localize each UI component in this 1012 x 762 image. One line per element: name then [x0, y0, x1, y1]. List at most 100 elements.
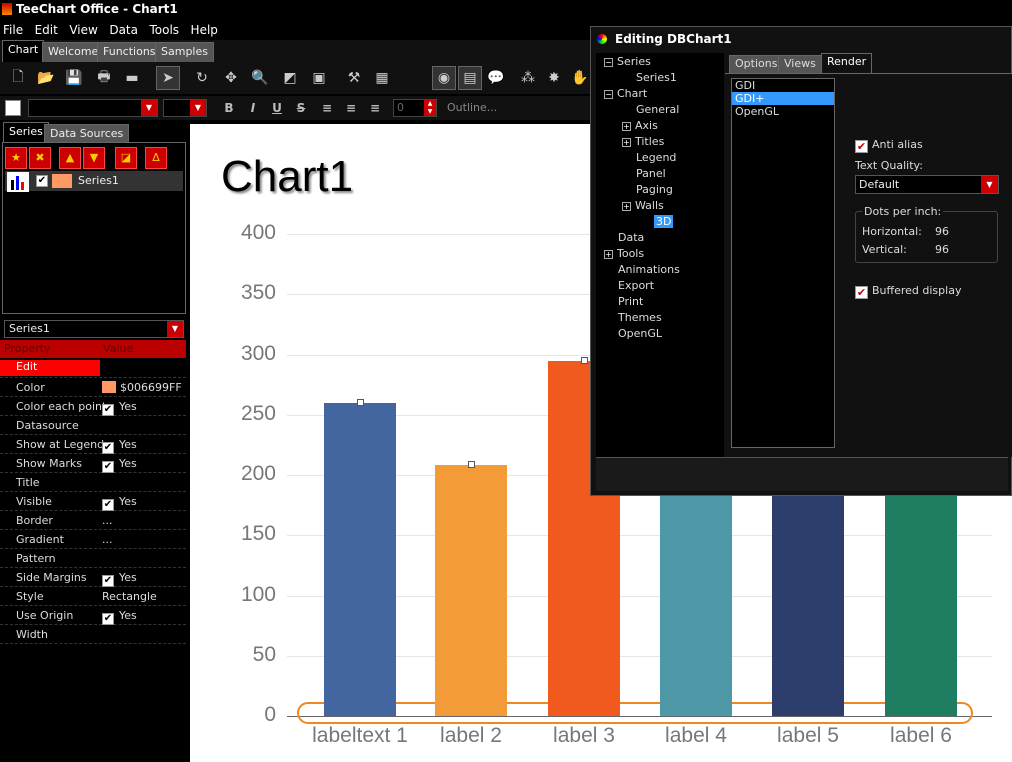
property-checkbox[interactable]: ✔ — [102, 404, 114, 416]
open-icon[interactable]: 📂 — [34, 66, 58, 90]
hand-icon[interactable]: ✋ — [568, 66, 592, 90]
table-row[interactable]: Show Marks ✔ Yes — [0, 454, 186, 473]
chart-title[interactable]: Chart1 — [221, 152, 353, 202]
menu-help[interactable]: Help — [191, 20, 218, 40]
table-row[interactable]: Side Margins ✔ Yes — [0, 568, 186, 587]
font-size-combo[interactable]: ▼ — [163, 99, 207, 117]
color-swatch[interactable] — [102, 381, 116, 393]
bar-marker[interactable] — [581, 357, 588, 364]
property-value[interactable]: Rectangle — [102, 590, 157, 603]
tree-item-opengl[interactable]: OpenGL — [618, 327, 662, 340]
table-row[interactable]: Border... — [0, 511, 186, 530]
tree-item-general[interactable]: General — [636, 103, 679, 116]
tree-item-export[interactable]: Export — [618, 279, 654, 292]
tab-views[interactable]: Views — [778, 55, 822, 73]
strikeout-button[interactable]: S — [292, 100, 310, 116]
property-checkbox[interactable]: ✔ — [102, 499, 114, 511]
property-value[interactable]: ✔ Yes — [102, 400, 137, 416]
tree-item-walls[interactable]: + Walls — [622, 199, 664, 212]
tree-item-titles[interactable]: + Titles — [622, 135, 664, 148]
pointer-icon[interactable]: ➤ — [156, 66, 180, 90]
table-row[interactable]: Gradient... — [0, 530, 186, 549]
property-name[interactable]: Edit — [0, 360, 100, 376]
tab-data-sources[interactable]: Data Sources — [44, 124, 130, 144]
save-icon[interactable]: 💾 — [62, 66, 86, 90]
property-checkbox[interactable]: ✔ — [102, 613, 114, 625]
tab-functions[interactable]: Functions — [97, 42, 162, 62]
3d-icon[interactable]: ▣ — [307, 66, 331, 90]
expand-icon[interactable]: + — [622, 202, 631, 211]
menu-view[interactable]: View — [69, 20, 97, 40]
menu-data[interactable]: Data — [109, 20, 138, 40]
property-value[interactable]: ✔ Yes — [102, 609, 137, 625]
render-engine-list[interactable]: GDI GDI+ OpenGL — [731, 78, 835, 448]
buffered-display-option[interactable]: ✔ Buffered display — [855, 284, 961, 299]
list-item[interactable]: OpenGL — [732, 105, 834, 118]
collapse-icon[interactable]: − — [604, 58, 613, 67]
tree-item-chart[interactable]: − Chart — [604, 87, 647, 100]
property-value[interactable]: $006699FF — [102, 381, 182, 394]
tree-item-data[interactable]: Data — [618, 231, 644, 244]
bold-button[interactable]: B — [220, 100, 238, 116]
editor-icon[interactable]: ▤ — [458, 66, 482, 90]
anti-alias-checkbox[interactable]: ✔ — [855, 140, 868, 153]
table-row[interactable]: Title — [0, 473, 186, 492]
export-icon[interactable]: ▬ — [120, 66, 144, 90]
list-item[interactable]: GDI — [732, 79, 834, 92]
depth-icon[interactable]: ◩ — [278, 66, 302, 90]
tree-item-legend[interactable]: Legend — [636, 151, 676, 164]
bar-marker[interactable] — [357, 399, 364, 406]
anti-alias-option[interactable]: ✔ Anti alias — [855, 138, 923, 153]
series-selector[interactable]: Series1 ▼ — [4, 320, 184, 338]
italic-button[interactable]: I — [244, 100, 262, 116]
property-checkbox[interactable]: ✔ — [102, 461, 114, 473]
tab-options[interactable]: Options — [729, 55, 784, 73]
bar-marker[interactable] — [468, 461, 475, 468]
comment-icon[interactable]: 💬 — [484, 66, 508, 90]
outline-button[interactable]: Outline... — [447, 101, 497, 114]
bar[interactable] — [435, 465, 507, 716]
tree-item-panel[interactable]: Panel — [636, 167, 666, 180]
expand-icon[interactable]: + — [622, 138, 631, 147]
tree-item-tools[interactable]: + Tools — [604, 247, 644, 260]
table-row[interactable]: Visible ✔ Yes — [0, 492, 186, 511]
tree-item-animations[interactable]: Animations — [618, 263, 680, 276]
property-value[interactable]: ✔ Yes — [102, 571, 137, 587]
color-swatch[interactable] — [5, 100, 21, 116]
expand-icon[interactable]: + — [604, 250, 613, 259]
tree-item-themes[interactable]: Themes — [618, 311, 662, 324]
bar[interactable] — [324, 403, 396, 716]
property-value[interactable]: ✔ Yes — [102, 438, 137, 454]
property-checkbox[interactable]: ✔ — [102, 575, 114, 587]
change-type-icon[interactable]: ◪ — [115, 147, 137, 169]
property-value[interactable]: ✔ Yes — [102, 457, 137, 473]
property-value[interactable]: ... — [102, 533, 113, 546]
tree-item-axis[interactable]: + Axis — [622, 119, 658, 132]
points-icon[interactable]: ⁂ — [516, 66, 540, 90]
chevron-down-icon[interactable]: ▼ — [190, 100, 206, 116]
tree-item-print[interactable]: Print — [618, 295, 643, 308]
delete-series-icon[interactable]: ✖ — [29, 147, 51, 169]
table-row[interactable]: Show at Legend ✔ Yes — [0, 435, 186, 454]
clone-series-icon[interactable]: Δ — [145, 147, 167, 169]
tree-item-series1[interactable]: Series1 — [636, 71, 677, 84]
move-down-icon[interactable]: ▼ — [83, 147, 105, 169]
property-value[interactable]: ✔ Yes — [102, 495, 137, 511]
buffered-display-checkbox[interactable]: ✔ — [855, 286, 868, 299]
print-icon[interactable]: 🖶 — [92, 66, 116, 90]
collapse-icon[interactable]: − — [604, 90, 613, 99]
align-right-icon[interactable]: ≡ — [366, 100, 384, 116]
list-item[interactable]: GDI+ — [732, 92, 834, 105]
property-checkbox[interactable]: ✔ — [102, 442, 114, 454]
tab-render[interactable]: Render — [821, 53, 873, 73]
move-icon[interactable]: ✥ — [219, 66, 243, 90]
table-row[interactable]: Pattern — [0, 549, 186, 568]
tab-samples[interactable]: Samples — [155, 42, 214, 62]
menu-tools[interactable]: Tools — [149, 20, 179, 40]
tab-chart[interactable]: Chart — [2, 40, 45, 62]
zoom-icon[interactable]: 🔍 — [248, 66, 272, 90]
underline-button[interactable]: U — [268, 100, 286, 116]
property-value[interactable]: ... — [102, 514, 113, 527]
chevron-down-icon[interactable]: ▼ — [167, 321, 183, 337]
text-quality-select[interactable]: Default ▼ — [855, 175, 999, 194]
